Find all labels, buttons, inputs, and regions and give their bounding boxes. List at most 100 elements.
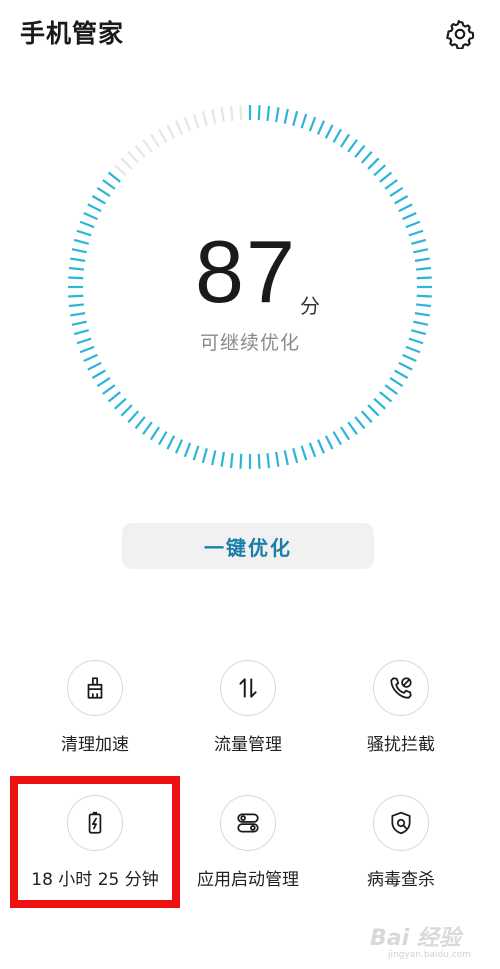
gauge-tick-inactive bbox=[211, 108, 217, 124]
gauge-tick-active bbox=[316, 439, 326, 454]
gauge-tick-active bbox=[149, 426, 160, 441]
gauge-tick-active bbox=[71, 248, 87, 254]
gauge-tick-active bbox=[373, 164, 386, 177]
tool-app-launch[interactable]: 应用启动管理 bbox=[168, 795, 328, 915]
gauge-tick-active bbox=[292, 448, 299, 464]
gauge-tick-active bbox=[413, 320, 429, 326]
gauge-tick-active bbox=[332, 431, 342, 446]
gauge-tick-active bbox=[87, 361, 102, 371]
gauge-tick-inactive bbox=[166, 124, 176, 139]
gauge-tick-active bbox=[384, 384, 398, 395]
gauge-tick-active bbox=[266, 452, 271, 469]
gauge-tick-inactive bbox=[192, 113, 200, 129]
gauge-tick-active bbox=[413, 248, 429, 254]
gauge-tick-active bbox=[220, 451, 225, 467]
gauge-tick-inactive bbox=[114, 164, 127, 177]
tool-icon-circle bbox=[67, 660, 123, 716]
gauge-tick-active bbox=[300, 113, 308, 129]
gauge-tick-active bbox=[398, 361, 413, 371]
gauge-tick-active bbox=[402, 353, 417, 363]
tool-icon-circle bbox=[220, 660, 276, 716]
gauge-tick-active bbox=[394, 369, 409, 379]
gauge-tick-inactive bbox=[158, 128, 168, 143]
app-title: 手机管家 bbox=[20, 19, 125, 48]
watermark-url: jingyan.baidu.com bbox=[388, 950, 472, 960]
gauge-tick-active bbox=[120, 404, 133, 417]
gauge-tick-active bbox=[275, 451, 280, 467]
gauge-tick-active bbox=[107, 171, 121, 183]
gauge-tick-active bbox=[70, 312, 86, 317]
gauge-tick-active bbox=[102, 384, 116, 395]
gauge-tick-active bbox=[283, 450, 289, 466]
gauge-tick-active bbox=[405, 220, 421, 229]
gauge-tick-active bbox=[257, 105, 261, 121]
gauge-tick-inactive bbox=[174, 120, 184, 135]
tool-label: 骚扰拦截 bbox=[367, 735, 435, 755]
gauge-tick-inactive bbox=[134, 144, 146, 158]
gauge-tick-active bbox=[142, 421, 153, 435]
gauge-tick-active bbox=[332, 128, 342, 143]
gauge-tick-active bbox=[275, 107, 280, 123]
gauge-tick-active bbox=[158, 431, 168, 446]
gauge-tick-active bbox=[360, 410, 373, 423]
gauge-tick-inactive bbox=[127, 151, 140, 164]
app-launch-icon bbox=[237, 813, 259, 833]
gauge-tick-active bbox=[79, 220, 95, 229]
gauge-tick-active bbox=[183, 442, 192, 458]
gauge-tick-active bbox=[68, 303, 85, 308]
tool-label: 清理加速 bbox=[61, 735, 129, 755]
gauge-tick-active bbox=[166, 435, 176, 450]
tool-label: 应用启动管理 bbox=[197, 870, 299, 890]
tool-virus-scan[interactable]: 病毒查杀 bbox=[321, 795, 481, 915]
tool-data-management[interactable]: 流量管理 bbox=[168, 660, 328, 780]
gauge-tick-active bbox=[389, 377, 404, 388]
gauge-tick-active bbox=[354, 416, 366, 430]
gauge-tick-active bbox=[347, 421, 358, 435]
gauge-tick-active bbox=[379, 171, 393, 183]
tool-icon-circle bbox=[373, 795, 429, 851]
tool-clean-speedup[interactable]: 清理加速 bbox=[15, 660, 175, 780]
gauge-tick-inactive bbox=[120, 157, 133, 170]
blocked-call-icon bbox=[390, 677, 412, 699]
gauge-tick-active bbox=[300, 445, 308, 461]
highlight-annotation-box bbox=[10, 776, 180, 908]
gauge-tick-active bbox=[71, 320, 87, 326]
gauge-tick-active bbox=[354, 144, 366, 158]
one-click-optimize-button[interactable]: 一键优化 bbox=[122, 523, 374, 569]
gauge-tick-active bbox=[68, 266, 85, 271]
gauge-tick-active bbox=[398, 203, 413, 213]
gauge-tick-active bbox=[340, 133, 351, 148]
gauge-tick-active bbox=[70, 257, 86, 262]
gauge-tick-active bbox=[201, 448, 208, 464]
gauge-tick-inactive bbox=[142, 139, 153, 153]
tool-label: 流量管理 bbox=[214, 735, 282, 755]
gauge-tick-active bbox=[211, 450, 217, 466]
gauge-tick-active bbox=[283, 108, 289, 124]
gauge-tick-active bbox=[102, 179, 116, 190]
tool-label: 病毒查杀 bbox=[367, 870, 435, 890]
tool-icon-circle bbox=[220, 795, 276, 851]
gauge-tick-active bbox=[415, 266, 432, 271]
gauge-tick-active bbox=[414, 257, 430, 262]
gauge-tick-active bbox=[174, 439, 184, 454]
gauge-tick-active bbox=[394, 195, 409, 205]
header: 手机管家 bbox=[0, 0, 500, 70]
gauge-tick-active bbox=[408, 229, 424, 237]
gauge-tick-active bbox=[229, 452, 234, 469]
tool-harassment-block[interactable]: 骚扰拦截 bbox=[321, 660, 481, 780]
gauge-tick-active bbox=[266, 105, 271, 122]
gauge-tick-active bbox=[91, 195, 106, 205]
gauge-tick-inactive bbox=[229, 105, 234, 122]
gauge-tick-active bbox=[308, 442, 317, 458]
score-status: 可继续优化 bbox=[199, 332, 300, 354]
data-transfer-icon bbox=[239, 678, 257, 698]
gauge-tick-inactive bbox=[239, 105, 243, 121]
gauge-tick-active bbox=[83, 353, 98, 363]
gauge-tick-active bbox=[416, 276, 432, 280]
gauge-tick-active bbox=[316, 120, 326, 135]
gauge-tick-inactive bbox=[149, 133, 160, 148]
tool-icon-circle bbox=[373, 660, 429, 716]
gauge-tick-active bbox=[308, 116, 317, 132]
gauge-tick-active bbox=[239, 453, 243, 469]
settings-button[interactable] bbox=[440, 14, 480, 54]
